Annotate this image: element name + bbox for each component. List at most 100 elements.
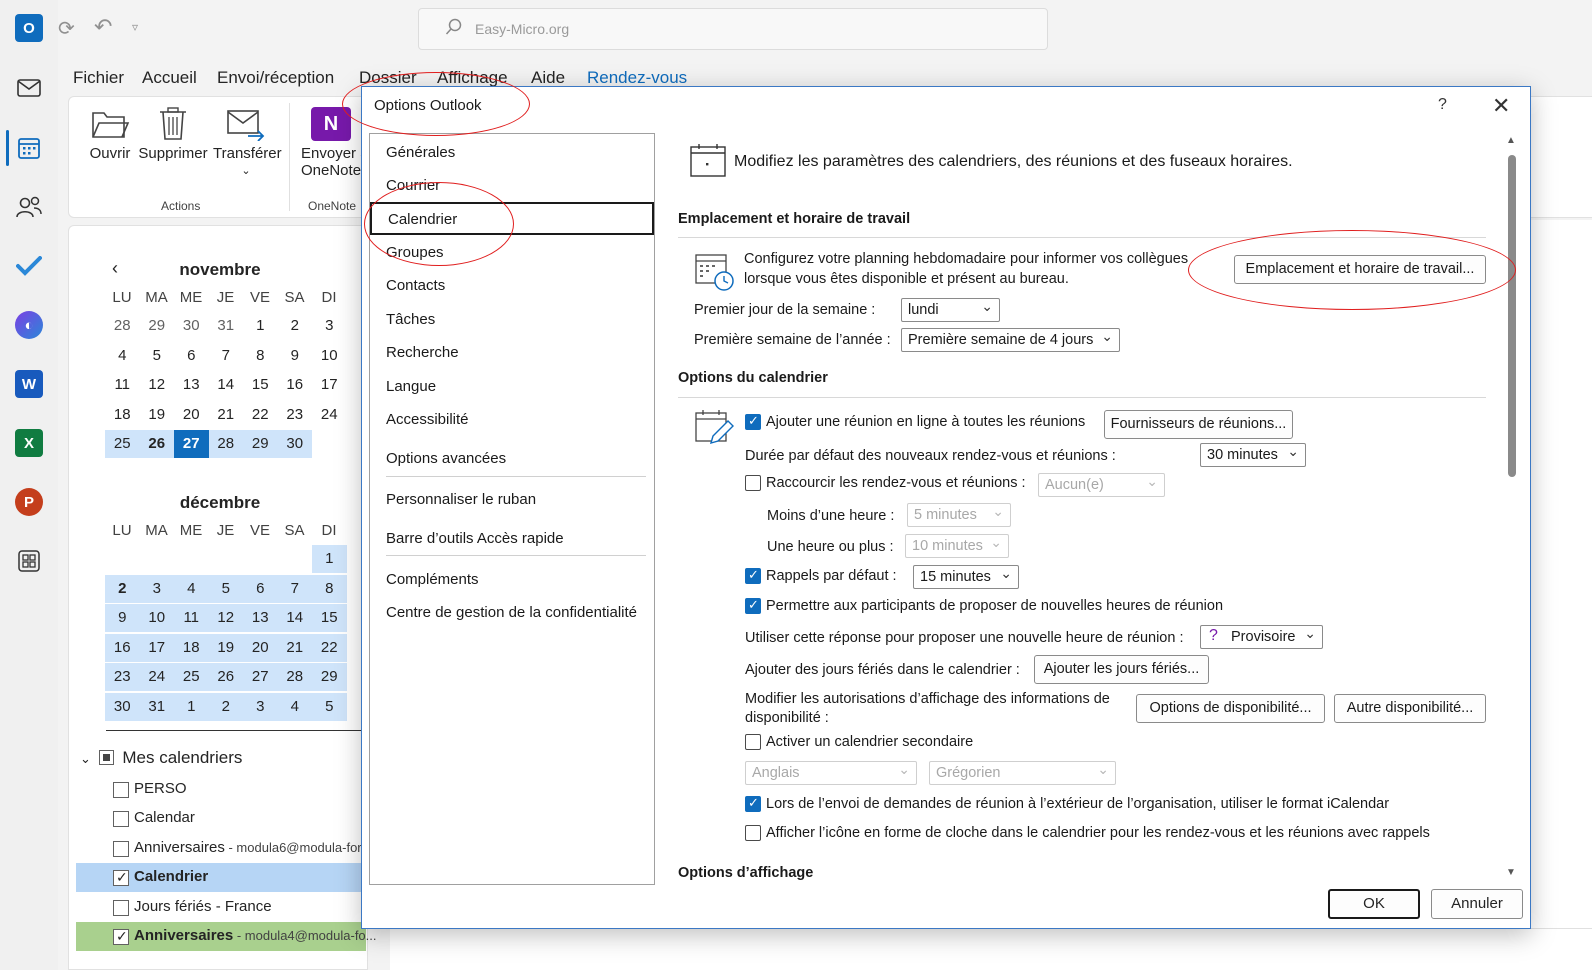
calendar-checkbox[interactable] [113, 841, 129, 857]
category-complements[interactable]: Compléments [386, 571, 479, 588]
first-week-select[interactable]: Première semaine de 4 jours [901, 325, 1120, 352]
hour-more-select[interactable]: 10 minutes [905, 531, 1009, 558]
category-taches[interactable]: Tâches [386, 311, 435, 328]
calendar-list-item[interactable]: Calendar [76, 804, 366, 833]
powerpoint-icon[interactable]: P [15, 488, 43, 516]
calendar-day[interactable]: 14 [209, 371, 244, 399]
calendar-day[interactable]: 20 [174, 401, 209, 429]
calendar-day[interactable]: 24 [139, 663, 174, 691]
scroll-thumb[interactable] [1508, 155, 1516, 477]
category-langue[interactable]: Langue [386, 378, 436, 395]
excel-icon[interactable]: X [15, 429, 43, 457]
calendar-day[interactable]: 19 [140, 401, 175, 429]
secondary-calendar-checkbox[interactable] [745, 734, 761, 750]
calendar-day[interactable]: 5 [208, 574, 243, 603]
chevron-down-icon[interactable]: ⌄ [80, 751, 91, 766]
calendar-day[interactable]: 3 [312, 312, 347, 340]
help-button[interactable]: ? [1438, 96, 1447, 114]
category-recherche[interactable]: Recherche [386, 344, 459, 361]
calendar-day[interactable]: 4 [277, 692, 312, 721]
category-generales[interactable]: Générales [386, 144, 455, 161]
calendar-day[interactable]: 15 [243, 371, 278, 399]
calendar-checkbox[interactable] [113, 811, 129, 827]
online-meeting-checkbox[interactable] [745, 413, 761, 430]
calendar-day[interactable]: 25 [105, 430, 140, 458]
shorten-checkbox[interactable] [745, 475, 761, 491]
propose-times-checkbox[interactable] [745, 597, 761, 614]
category-calendrier[interactable]: Calendrier [370, 202, 654, 235]
calendar-checkbox[interactable] [113, 782, 129, 798]
calendar-day[interactable]: 14 [277, 604, 312, 632]
calendar-day[interactable]: 24 [312, 401, 347, 429]
calendar-day[interactable]: 11 [105, 371, 140, 399]
calendar-checkbox[interactable] [113, 928, 129, 945]
calendar-day[interactable]: 2 [278, 312, 313, 340]
calendar-day[interactable]: 5 [312, 692, 347, 721]
open-button[interactable]: Ouvrir [87, 107, 133, 162]
calendar-list-item[interactable]: PERSO [76, 775, 366, 804]
secondary-type-select[interactable]: Grégorien [929, 758, 1116, 785]
calendar-list-item[interactable]: Calendrier [76, 863, 366, 892]
category-confidentialite[interactable]: Centre de gestion de la confidentialité [386, 604, 637, 621]
menu-fichier[interactable]: Fichier [73, 68, 124, 88]
meeting-providers-button[interactable]: Fournisseurs de réunions... [1104, 410, 1293, 439]
calendar-day[interactable]: 16 [278, 371, 313, 399]
mail-icon[interactable] [15, 74, 43, 102]
scrollbar[interactable]: ▲ ▼ [1503, 135, 1519, 883]
calendar-day[interactable]: 25 [174, 663, 209, 691]
calendar-day[interactable]: 28 [277, 663, 312, 691]
calendar-icon[interactable] [15, 134, 43, 162]
calendar-day[interactable]: 20 [243, 633, 278, 662]
calendar-list-item[interactable]: Jours fériés - France [76, 893, 366, 922]
calendar-day[interactable]: 28 [208, 430, 243, 458]
calendar-day[interactable]: 18 [174, 633, 209, 662]
calendar-day[interactable]: 29 [312, 663, 347, 691]
calendar-day[interactable]: 8 [243, 342, 278, 370]
calendar-day[interactable]: 3 [139, 574, 174, 603]
category-contacts[interactable]: Contacts [386, 277, 445, 294]
category-accessibilite[interactable]: Accessibilité [386, 411, 469, 428]
calendar-day[interactable]: 1 [312, 545, 347, 573]
add-holidays-button[interactable]: Ajouter les jours fériés... [1034, 655, 1209, 684]
more-apps-icon[interactable] [15, 547, 43, 575]
calendar-day[interactable]: 22 [312, 633, 347, 662]
default-duration-select[interactable]: 30 minutes [1200, 440, 1306, 467]
menu-affichage[interactable]: Affichage [437, 68, 508, 88]
menu-envoi-reception[interactable]: Envoi/réception [217, 68, 334, 88]
menu-rendez-vous[interactable]: Rendez-vous [587, 68, 687, 88]
calendar-day[interactable]: 10 [312, 342, 347, 370]
calendar-day[interactable]: 11 [174, 604, 209, 632]
word-icon[interactable]: W [15, 370, 43, 398]
undo-icon[interactable]: ↶ [94, 14, 112, 40]
calendar-day[interactable]: 15 [312, 604, 347, 632]
menu-accueil[interactable]: Accueil [142, 68, 197, 88]
calendar-day[interactable]: 3 [243, 692, 278, 721]
calendar-day[interactable]: 21 [209, 401, 244, 429]
category-groupes[interactable]: Groupes [386, 244, 444, 261]
calendar-day[interactable]: 1 [243, 312, 278, 340]
group-checkbox[interactable] [98, 750, 114, 765]
calendar-day[interactable]: 2 [105, 574, 140, 603]
calendar-list-item[interactable]: Anniversaires - modula4@modula-fo... [76, 922, 377, 951]
calendar-day[interactable]: 12 [208, 604, 243, 632]
shorten-select[interactable]: Aucun(e) [1038, 470, 1165, 497]
customize-qat-icon[interactable]: ▿ [132, 20, 138, 34]
work-schedule-button[interactable]: Emplacement et horaire de travail... [1234, 255, 1486, 284]
category-acces-rapide[interactable]: Barre d’outils Accès rapide [386, 530, 564, 547]
first-day-select[interactable]: lundi [901, 295, 1000, 322]
chevron-down-icon[interactable]: ⌄ [213, 164, 279, 177]
calendar-day[interactable]: 16 [105, 633, 140, 662]
calendar-day[interactable]: 17 [312, 371, 347, 399]
calendar-day[interactable]: 30 [174, 312, 209, 340]
availability-options-button[interactable]: Options de disponibilité... [1136, 694, 1325, 723]
calendar-day[interactable]: 6 [243, 574, 278, 603]
calendar-day[interactable]: 13 [174, 371, 209, 399]
bell-icon-checkbox[interactable] [745, 825, 761, 841]
calendar-day[interactable]: 21 [277, 633, 312, 662]
calendar-day[interactable]: 28 [105, 312, 140, 340]
scroll-down-icon[interactable]: ▼ [1506, 867, 1516, 878]
scroll-up-icon[interactable]: ▲ [1506, 135, 1516, 146]
response-select[interactable]: ? Provisoire [1200, 622, 1323, 649]
calendar-day[interactable]: 31 [139, 692, 174, 721]
people-icon[interactable] [15, 193, 43, 221]
